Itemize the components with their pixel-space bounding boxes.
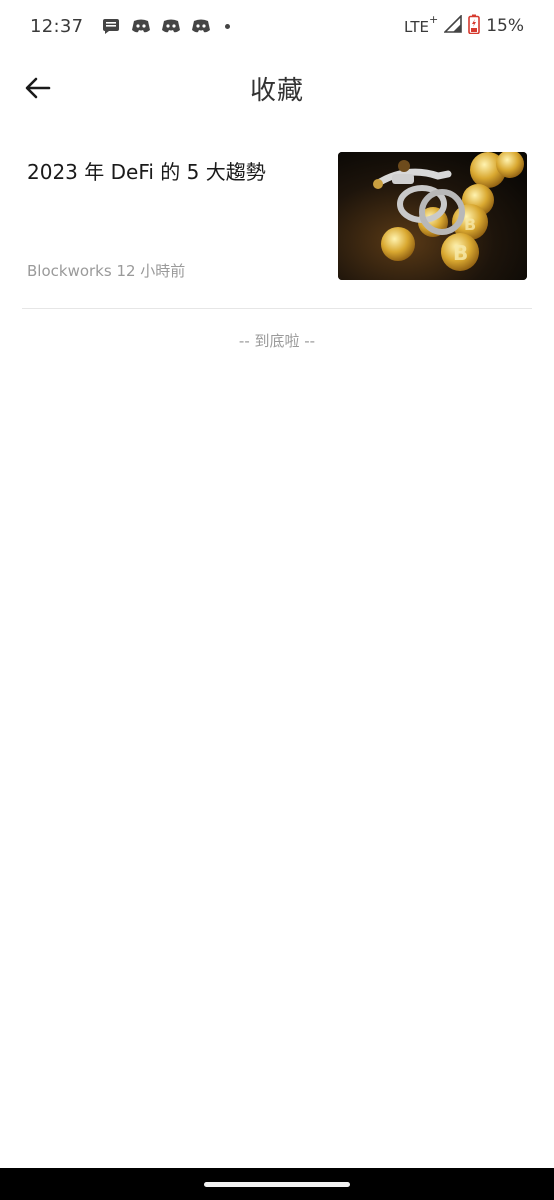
notification-icons	[101, 17, 231, 35]
page-title: 收藏	[249, 76, 304, 106]
svg-text:B: B	[464, 215, 476, 234]
signal-icon	[443, 14, 463, 37]
article-thumbnail: B B	[338, 152, 527, 280]
app-bar: 收藏	[0, 52, 554, 124]
end-of-list-text: -- 到底啦 --	[238, 332, 316, 350]
svg-text:B: B	[453, 241, 468, 265]
battery-icon	[468, 14, 481, 38]
more-notifications-dot	[225, 23, 231, 29]
navigation-bar	[0, 1168, 554, 1200]
article-item[interactable]: 2023 年 DeFi 的 5 大趨勢 Blockworks 12 小時前 B …	[22, 140, 532, 309]
discord-icon	[161, 17, 181, 35]
home-gesture-bar[interactable]	[204, 1182, 350, 1187]
status-time: 12:37	[30, 15, 84, 37]
message-icon	[101, 17, 121, 35]
article-meta: Blockworks 12 小時前	[27, 262, 186, 280]
battery-percent: 15%	[486, 16, 524, 36]
status-bar: 12:37 LTE+ 15%	[0, 0, 554, 52]
network-type: LTE+	[404, 13, 439, 36]
status-right: LTE+ 15%	[404, 13, 524, 38]
article-title: 2023 年 DeFi 的 5 大趨勢	[27, 160, 266, 184]
discord-icon	[131, 17, 151, 35]
discord-icon	[191, 17, 211, 35]
